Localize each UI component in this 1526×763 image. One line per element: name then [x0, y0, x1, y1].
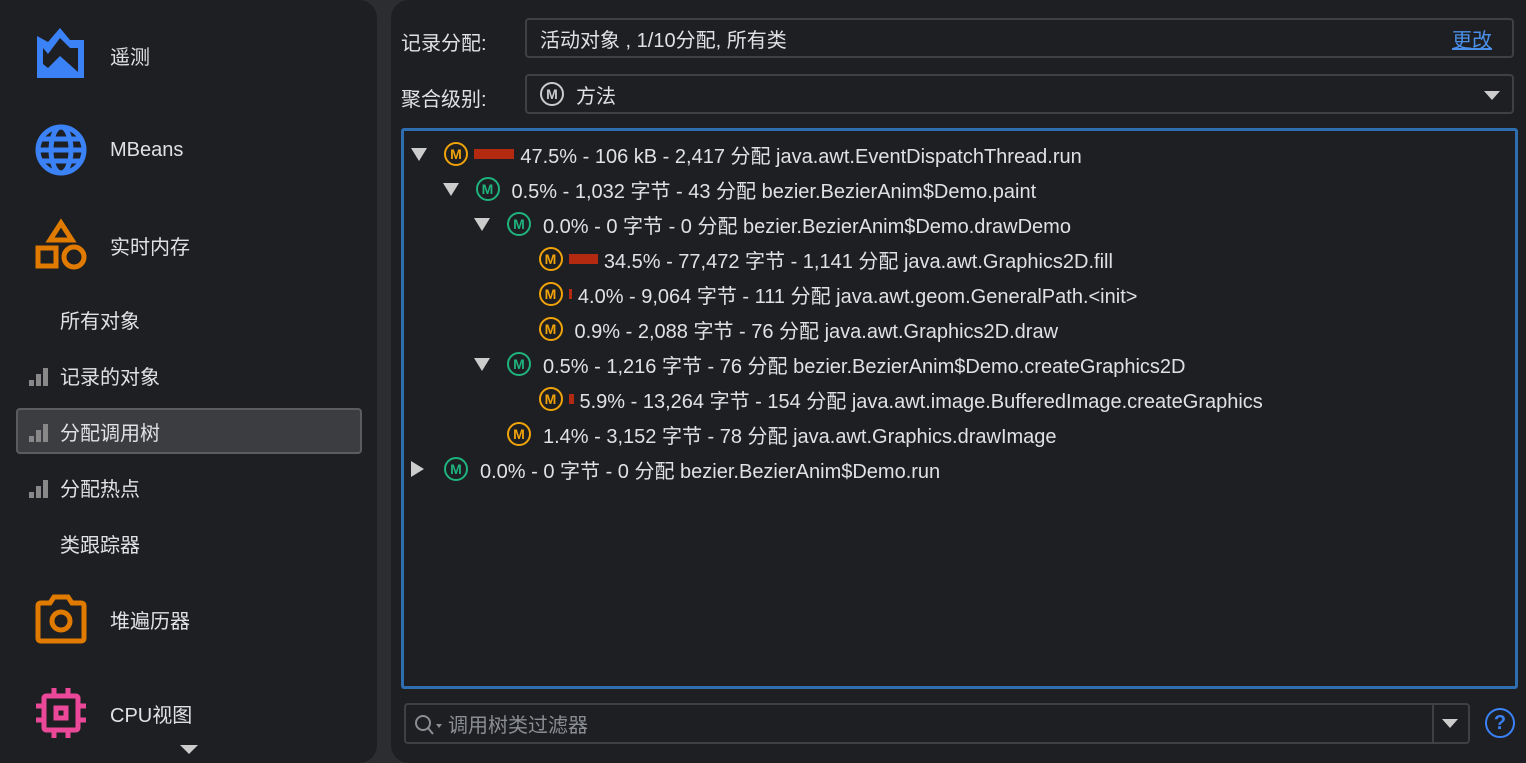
sidebar-subitem-all-objects[interactable]: 所有对象 — [16, 296, 362, 342]
tree-node-label: 4.0% - 9,064 字节 - 111 分配 java.awt.geom.G… — [577, 285, 1138, 308]
sidebar-item-telemetry[interactable]: 遥测 — [34, 28, 150, 80]
shapes-icon — [35, 218, 87, 270]
sidebar-item-label: 遥测 — [110, 46, 150, 69]
aggregation-level-select[interactable]: M 方法 — [525, 74, 1514, 114]
tree-node-label: 1.4% - 3,152 字节 - 78 分配 java.awt.Graphic… — [543, 425, 1057, 448]
signal-bars-icon — [29, 424, 48, 442]
tree-node-label: 0.5% - 1,032 字节 - 43 分配 bezier.BezierAni… — [511, 180, 1037, 203]
chevron-down-icon — [1484, 91, 1500, 100]
record-allocations-value: 活动对象 , 1/10分配, 所有类 — [540, 29, 787, 52]
filter-placeholder: 调用树类过滤器 — [448, 715, 588, 737]
expand-triangle-icon[interactable] — [442, 183, 459, 196]
search-icon — [415, 715, 442, 735]
method-icon: M — [507, 352, 531, 376]
chevron-down-icon — [1442, 719, 1458, 728]
change-link[interactable]: 更改 — [1452, 24, 1492, 53]
tree-node-label: 5.9% - 13,264 字节 - 154 分配 java.awt.image… — [579, 390, 1263, 413]
record-allocations-field: 活动对象 , 1/10分配, 所有类 更改 — [525, 18, 1514, 58]
tree-node[interactable]: M 0.5% - 1,032 字节 - 43 分配 bezier.BezierAn… — [442, 174, 1037, 204]
sidebar-subitem-allocation-call-tree[interactable]: 分配调用树 — [16, 408, 362, 454]
tree-node-label: 34.5% - 77,472 字节 - 1,141 分配 java.awt.Gr… — [603, 250, 1113, 273]
allocation-bar — [568, 254, 598, 264]
telemetry-icon — [37, 28, 84, 78]
filter-history-dropdown[interactable] — [1432, 705, 1468, 742]
tree-node[interactable]: M 47.5% - 106 kB - 2,417 分配 java.awt.Even… — [411, 139, 1082, 169]
sidebar-subitem-recorded-objects[interactable]: 记录的对象 — [16, 352, 362, 398]
method-icon: M — [475, 177, 500, 201]
expand-triangle-icon[interactable] — [411, 148, 427, 161]
method-icon: M — [538, 317, 563, 341]
sidebar-item-heap-walker[interactable]: 堆遍历器 — [34, 594, 190, 644]
globe-icon — [35, 124, 87, 176]
camera-icon — [35, 594, 87, 644]
sidebar-item-label: 记录的对象 — [60, 366, 160, 389]
expand-triangle-icon[interactable] — [474, 218, 490, 231]
sidebar-scroll-down-icon[interactable] — [180, 745, 198, 754]
allocation-bar — [474, 149, 515, 159]
sidebar-item-label: MBeans — [110, 138, 184, 161]
tree-node[interactable]: M 0.0% - 0 字节 - 0 分配 bezier.BezierAnim$De… — [474, 209, 1071, 239]
method-icon: M — [444, 142, 468, 166]
main-panel: 记录分配: 活动对象 , 1/10分配, 所有类 更改 聚合级别: M 方法 M… — [391, 0, 1526, 763]
sidebar-item-live-memory[interactable]: 实时内存 — [34, 218, 190, 270]
tree-node[interactable]: M 5.9% - 13,264 字节 - 154 分配 java.awt.imag… — [538, 384, 1263, 414]
tree-node-label: 0.9% - 2,088 字节 - 76 分配 java.awt.Graphic… — [574, 320, 1059, 343]
tree-node-label: 0.0% - 0 字节 - 0 分配 bezier.BezierAnim$Dem… — [543, 215, 1071, 238]
method-icon: M — [507, 212, 531, 236]
tree-node[interactable]: M 0.5% - 1,216 字节 - 76 分配 bezier.BezierAn… — [474, 349, 1186, 379]
tree-node-label: 0.0% - 0 字节 - 0 分配 bezier.BezierAnim$Dem… — [480, 460, 941, 483]
allocation-bar — [568, 289, 572, 299]
method-icon: M — [507, 422, 531, 446]
sidebar-item-label: 实时内存 — [110, 236, 190, 259]
sidebar: 遥测 MBeans 实时内存 所有对象 记录的对象 分配调用树 分配热点 类跟踪… — [0, 0, 377, 763]
sidebar-item-label: 堆遍历器 — [110, 610, 190, 633]
sidebar-item-label: 分配热点 — [60, 478, 140, 501]
sidebar-item-cpu-views[interactable]: CPU视图 — [34, 688, 192, 738]
sidebar-item-label: 分配调用树 — [60, 422, 160, 445]
sidebar-item-mbeans[interactable]: MBeans — [34, 124, 183, 176]
method-icon: M — [538, 247, 563, 271]
sidebar-subitem-class-tracker[interactable]: 类跟踪器 — [16, 520, 362, 566]
tree-node[interactable]: M 34.5% - 77,472 字节 - 1,141 分配 java.awt.G… — [538, 244, 1113, 274]
signal-bars-icon — [29, 480, 48, 498]
tree-node[interactable]: M 0.0% - 0 字节 - 0 分配 bezier.BezierAnim$De… — [411, 454, 941, 484]
collapse-triangle-icon[interactable] — [411, 461, 424, 477]
expand-triangle-icon[interactable] — [474, 358, 490, 371]
method-icon: M — [444, 457, 468, 481]
sidebar-subitem-allocation-hotspots[interactable]: 分配热点 — [16, 464, 362, 510]
record-allocations-label: 记录分配: — [401, 33, 487, 55]
tree-node[interactable]: M 1.4% - 3,152 字节 - 78 分配 java.awt.Graphi… — [507, 419, 1057, 449]
sidebar-item-label: 所有对象 — [60, 310, 140, 333]
call-tree-filter-input[interactable]: 调用树类过滤器 — [404, 703, 1470, 744]
sidebar-item-label: 类跟踪器 — [60, 534, 140, 557]
method-icon: M — [538, 387, 563, 411]
allocation-call-tree[interactable]: M 47.5% - 106 kB - 2,417 分配 java.awt.Even… — [401, 128, 1518, 689]
help-icon[interactable]: ? — [1485, 708, 1515, 738]
allocation-bar — [568, 394, 574, 404]
method-icon: M — [538, 282, 563, 306]
aggregation-level-value: 方法 — [576, 85, 616, 108]
tree-node-label: 0.5% - 1,216 字节 - 76 分配 bezier.BezierAni… — [543, 355, 1186, 378]
tree-node[interactable]: M 4.0% - 9,064 字节 - 111 分配 java.awt.geom.… — [538, 279, 1138, 309]
tree-node[interactable]: M 0.9% - 2,088 字节 - 76 分配 java.awt.Graphi… — [538, 314, 1059, 344]
aggregation-level-label: 聚合级别: — [401, 89, 487, 111]
method-icon: M — [540, 82, 564, 106]
tree-node-label: 47.5% - 106 kB - 2,417 分配 java.awt.Event… — [520, 145, 1082, 168]
sidebar-item-label: CPU视图 — [110, 704, 193, 727]
cpu-chip-icon — [36, 688, 86, 738]
signal-bars-icon — [29, 368, 48, 386]
